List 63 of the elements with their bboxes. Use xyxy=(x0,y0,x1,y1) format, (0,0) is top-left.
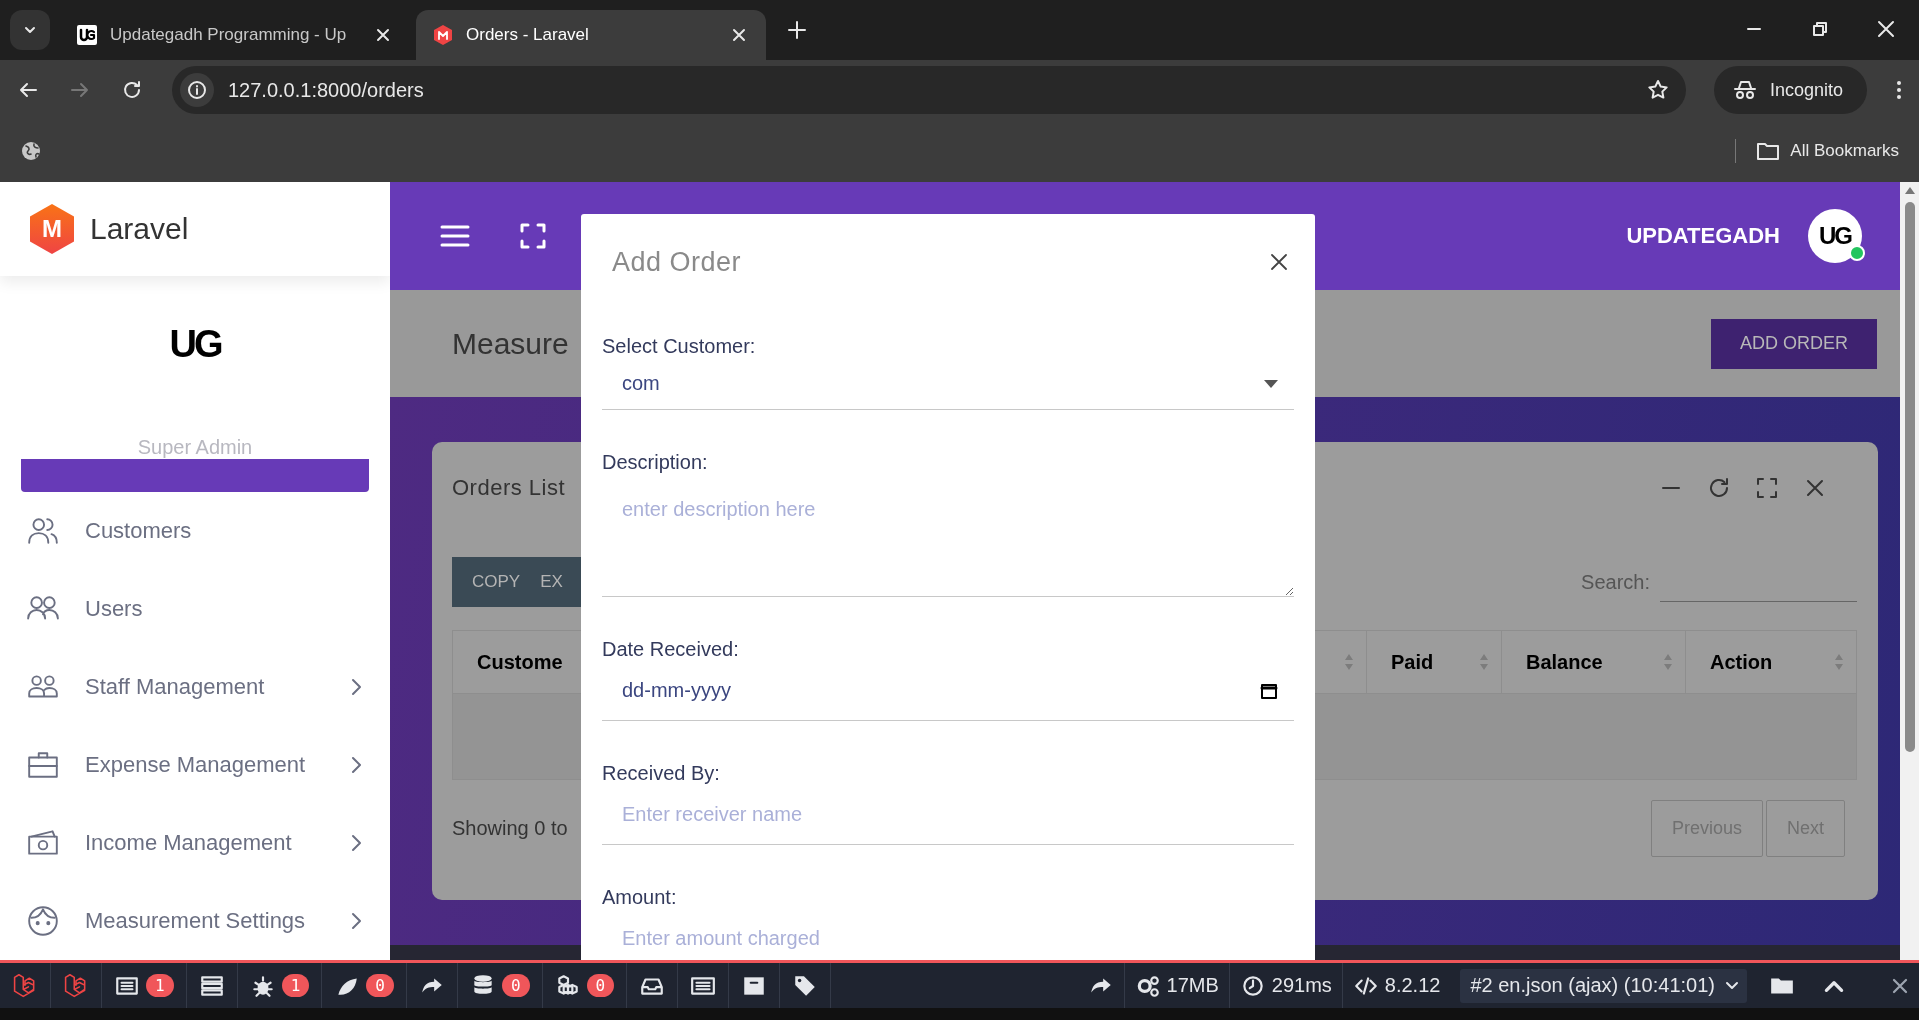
count-badge: 0 xyxy=(586,974,615,997)
fullscreen-icon[interactable] xyxy=(520,223,546,249)
field-label: Select Customer: xyxy=(602,334,757,358)
star-icon[interactable] xyxy=(1645,78,1670,102)
field-label: Received By: xyxy=(602,761,721,785)
request-select[interactable]: #2 en.json (ajax) (10:41:01) xyxy=(1460,968,1747,1003)
address-bar[interactable]: 127.0.0.1:8000/orders xyxy=(172,66,1686,114)
sort-icon xyxy=(1663,653,1673,671)
page-title: Measure xyxy=(452,326,569,361)
column-header[interactable]: Paid xyxy=(1367,631,1502,693)
export-button[interactable]: COPY xyxy=(462,572,531,592)
sidebar-item[interactable]: Income Management xyxy=(0,804,390,882)
dialog-title: Add Order xyxy=(612,246,743,278)
new-tab-icon[interactable] xyxy=(786,19,808,41)
sidebar-item[interactable]: Measurement Settings xyxy=(0,882,390,960)
sidebar-item[interactable]: Expense Management xyxy=(0,726,390,804)
card-title: Orders List xyxy=(452,475,566,501)
count-badge: 0 xyxy=(501,974,530,997)
sort-icon xyxy=(1834,653,1844,671)
incognito-button[interactable]: Incognito xyxy=(1713,66,1867,114)
sidebar-item[interactable]: Staff Management xyxy=(0,648,390,726)
profile-logo: UG xyxy=(169,322,221,366)
sidebar-item[interactable]: Users xyxy=(0,570,390,648)
face-icon xyxy=(26,904,60,938)
export-button[interactable]: EX xyxy=(530,572,573,592)
close-button[interactable] xyxy=(1269,252,1289,272)
count-badge: 1 xyxy=(146,974,174,997)
search-label: Search: xyxy=(1581,570,1650,594)
table-info: Showing 0 to xyxy=(452,817,569,840)
bookmarks-folder[interactable]: All Bookmarks xyxy=(1756,141,1899,161)
dropdown-caret-icon xyxy=(1264,379,1278,388)
scroll-up-arrow-icon[interactable] xyxy=(1903,186,1916,196)
refresh-icon[interactable] xyxy=(1707,476,1731,500)
info-icon[interactable] xyxy=(186,79,208,101)
column-header[interactable]: Action xyxy=(1686,631,1856,693)
folder-icon xyxy=(1756,141,1781,161)
field-label: Date Received: xyxy=(602,637,740,661)
count-badge: 1 xyxy=(281,974,310,997)
user-name[interactable]: UPDATEGADH xyxy=(1626,223,1780,249)
more-menu-icon[interactable] xyxy=(1895,78,1903,102)
column-header[interactable]: Balance xyxy=(1502,631,1686,693)
calendar-icon[interactable] xyxy=(1260,681,1278,700)
sort-icon xyxy=(1479,653,1489,671)
brand-name: Laravel xyxy=(90,212,189,246)
user-role: Super Admin xyxy=(137,436,253,459)
favicon-icon xyxy=(76,24,98,46)
caret-icon xyxy=(1725,980,1739,991)
scrollbar[interactable] xyxy=(1900,182,1919,960)
field-label: Description: xyxy=(602,450,709,474)
hexagon-favicon-icon xyxy=(432,24,454,46)
globe-icon[interactable] xyxy=(20,140,42,162)
sort-icon xyxy=(1344,653,1354,671)
user-avatar[interactable]: UG xyxy=(1808,209,1862,263)
sidebar-item[interactable]: Customers xyxy=(0,492,390,570)
expand-icon[interactable] xyxy=(1755,476,1779,500)
browser-tab[interactable]: Updategadh Programming - Up xyxy=(60,10,410,60)
count-badge: 0 xyxy=(366,974,394,997)
field-label: Amount: xyxy=(602,885,678,909)
incognito-icon xyxy=(1731,79,1758,101)
add-order-button[interactable]: ADD ORDER xyxy=(1711,318,1877,369)
browser-tab[interactable]: Orders - Laravel xyxy=(416,10,766,60)
close-icon[interactable] xyxy=(1875,18,1897,40)
menu-icon[interactable] xyxy=(440,224,470,248)
